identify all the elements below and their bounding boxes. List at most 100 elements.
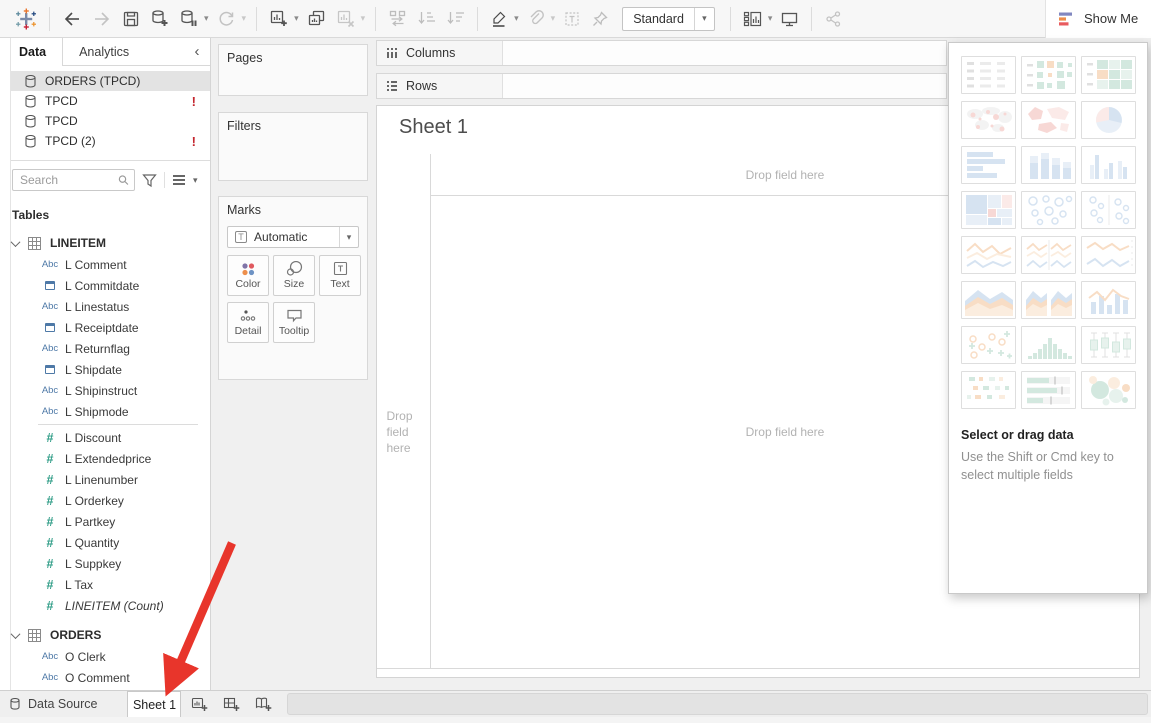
field-row[interactable]: Abc O Clerk: [11, 646, 210, 667]
new-data-source-button[interactable]: [145, 4, 174, 34]
showme-scatter-plot[interactable]: [961, 326, 1016, 364]
showme-side-by-side-bars[interactable]: [1081, 146, 1136, 184]
showme-lines-discrete[interactable]: [1021, 236, 1076, 274]
showme-side-by-side-circles[interactable]: [1081, 191, 1136, 229]
search-box[interactable]: [12, 169, 135, 191]
showme-text-table[interactable]: [961, 56, 1016, 94]
field-row[interactable]: # L Discount: [11, 427, 210, 448]
new-worksheet-tab-button[interactable]: [186, 691, 213, 717]
field-row[interactable]: L Receiptdate: [11, 317, 210, 338]
columns-shelf[interactable]: Columns: [376, 40, 947, 66]
new-worksheet-button[interactable]: [264, 4, 293, 34]
view-options-caret[interactable]: ▾: [193, 175, 198, 186]
sheet-title[interactable]: Sheet 1: [399, 116, 468, 139]
showme-stacked-bars[interactable]: [1021, 146, 1076, 184]
field-row[interactable]: # L Quantity: [11, 532, 210, 553]
field-row[interactable]: L Commitdate: [11, 275, 210, 296]
collapse-pane-button[interactable]: ‹: [184, 38, 210, 66]
datasource-item[interactable]: TPCD !: [11, 91, 210, 111]
mark-type-dropdown[interactable]: T Automatic ▾: [227, 226, 359, 248]
fit-selector[interactable]: Standard ▾: [622, 7, 715, 31]
fix-axes-pin-button[interactable]: [586, 4, 614, 34]
field-row[interactable]: Abc L Linestatus: [11, 296, 210, 317]
pages-shelf[interactable]: Pages: [218, 44, 368, 96]
redo-button[interactable]: [87, 4, 117, 34]
table-group-orders[interactable]: ORDERS: [11, 624, 210, 646]
showme-horizontal-bars[interactable]: [961, 146, 1016, 184]
show-hide-cards-caret[interactable]: ▾: [765, 13, 776, 24]
field-row[interactable]: L Shipdate: [11, 359, 210, 380]
expand-chevron-icon[interactable]: [11, 629, 21, 639]
datasource-item[interactable]: TPCD: [11, 111, 210, 131]
rows-drop-area[interactable]: [503, 74, 946, 98]
showme-pie-chart[interactable]: [1081, 101, 1136, 139]
filter-fields-icon[interactable]: [142, 173, 157, 188]
undo-button[interactable]: [57, 4, 87, 34]
field-row[interactable]: # L Extendedprice: [11, 448, 210, 469]
filters-shelf[interactable]: Filters: [218, 112, 368, 181]
clear-sheet-button[interactable]: [331, 4, 360, 34]
field-row[interactable]: # L Tax: [11, 574, 210, 595]
showme-box-and-whisker[interactable]: [1081, 326, 1136, 364]
field-row[interactable]: Abc L Shipmode: [11, 401, 210, 422]
highlight-button[interactable]: [485, 4, 513, 34]
tab-data-source[interactable]: Data Source: [0, 691, 115, 717]
datasource-item[interactable]: ORDERS (TPCD): [11, 71, 210, 91]
field-row[interactable]: # L Linenumber: [11, 469, 210, 490]
field-row[interactable]: Abc O Comment: [11, 667, 210, 688]
new-story-button[interactable]: [250, 691, 277, 717]
rows-drop-zone[interactable]: Drop field here: [377, 196, 431, 669]
pause-data-updates-button[interactable]: [174, 4, 203, 34]
showme-bullet-graph[interactable]: [1021, 371, 1076, 409]
showme-circle-views[interactable]: [1021, 191, 1076, 229]
view-options-icon[interactable]: [172, 173, 186, 187]
rows-shelf[interactable]: Rows: [376, 73, 947, 99]
share-button[interactable]: [819, 4, 848, 34]
show-me-button[interactable]: Show Me: [1045, 0, 1151, 38]
fit-selector-caret[interactable]: ▾: [694, 8, 714, 30]
group-members-button[interactable]: [522, 4, 550, 34]
presentation-mode-button[interactable]: [775, 4, 804, 34]
save-button[interactable]: [117, 4, 145, 34]
field-row[interactable]: # LINEITEM (Count): [11, 595, 210, 616]
sort-ascending-button[interactable]: [412, 4, 441, 34]
mark-type-caret[interactable]: ▾: [339, 227, 358, 247]
tooltip-button[interactable]: Tooltip: [273, 302, 315, 343]
new-worksheet-caret[interactable]: ▾: [291, 13, 302, 24]
showme-packed-bubbles[interactable]: [1081, 371, 1136, 409]
show-mark-labels-button[interactable]: [558, 4, 586, 34]
show-hide-cards-button[interactable]: [738, 4, 767, 34]
group-members-caret[interactable]: ▾: [548, 13, 559, 24]
showme-gantt[interactable]: [961, 371, 1016, 409]
field-row[interactable]: Abc L Returnflag: [11, 338, 210, 359]
tab-analytics[interactable]: Analytics: [63, 38, 184, 66]
field-row[interactable]: # L Partkey: [11, 511, 210, 532]
refresh-data-button[interactable]: [212, 4, 241, 34]
showme-heat-map[interactable]: [1021, 56, 1076, 94]
text-button[interactable]: Text: [319, 255, 361, 296]
showme-highlight-table[interactable]: [1081, 56, 1136, 94]
duplicate-sheet-button[interactable]: [302, 4, 331, 34]
tab-scrollbar-track[interactable]: [287, 693, 1148, 715]
datasource-item[interactable]: TPCD (2) !: [11, 131, 210, 151]
field-row[interactable]: # L Orderkey: [11, 490, 210, 511]
new-dashboard-button[interactable]: [218, 691, 245, 717]
refresh-data-caret[interactable]: ▾: [239, 13, 250, 24]
columns-drop-area[interactable]: [503, 41, 946, 65]
tab-data[interactable]: Data: [11, 38, 63, 66]
highlight-caret[interactable]: ▾: [511, 13, 522, 24]
tab-sheet-1[interactable]: Sheet 1: [127, 691, 181, 717]
pause-data-updates-caret[interactable]: ▾: [201, 13, 212, 24]
search-input[interactable]: [20, 173, 118, 187]
showme-treemap[interactable]: [961, 191, 1016, 229]
showme-area-continuous[interactable]: [961, 281, 1016, 319]
color-button[interactable]: Color: [227, 255, 269, 296]
showme-area-discrete[interactable]: [1021, 281, 1076, 319]
field-row[interactable]: Abc L Shipinstruct: [11, 380, 210, 401]
field-row[interactable]: # L Suppkey: [11, 553, 210, 574]
sort-descending-button[interactable]: [441, 4, 470, 34]
swap-rows-columns-button[interactable]: [383, 4, 412, 34]
table-group-lineitem[interactable]: LINEITEM: [11, 232, 210, 254]
showme-dual-combination[interactable]: [1081, 281, 1136, 319]
expand-chevron-icon[interactable]: [11, 237, 21, 247]
